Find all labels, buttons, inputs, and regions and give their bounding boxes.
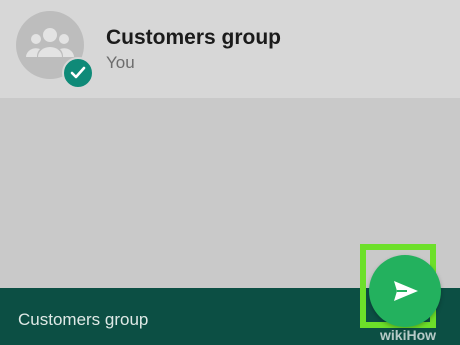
send-icon [394, 281, 418, 301]
send-button[interactable] [369, 255, 441, 327]
contact-name: Customers group [106, 26, 282, 49]
check-icon [70, 66, 86, 79]
selected-check-badge [62, 57, 94, 89]
contact-subtitle: You [106, 53, 135, 72]
contact-row[interactable]: Customers group You [0, 0, 460, 98]
wikihow-watermark: wikiHow [380, 327, 437, 343]
selected-recipients-label: Customers group [18, 310, 149, 329]
